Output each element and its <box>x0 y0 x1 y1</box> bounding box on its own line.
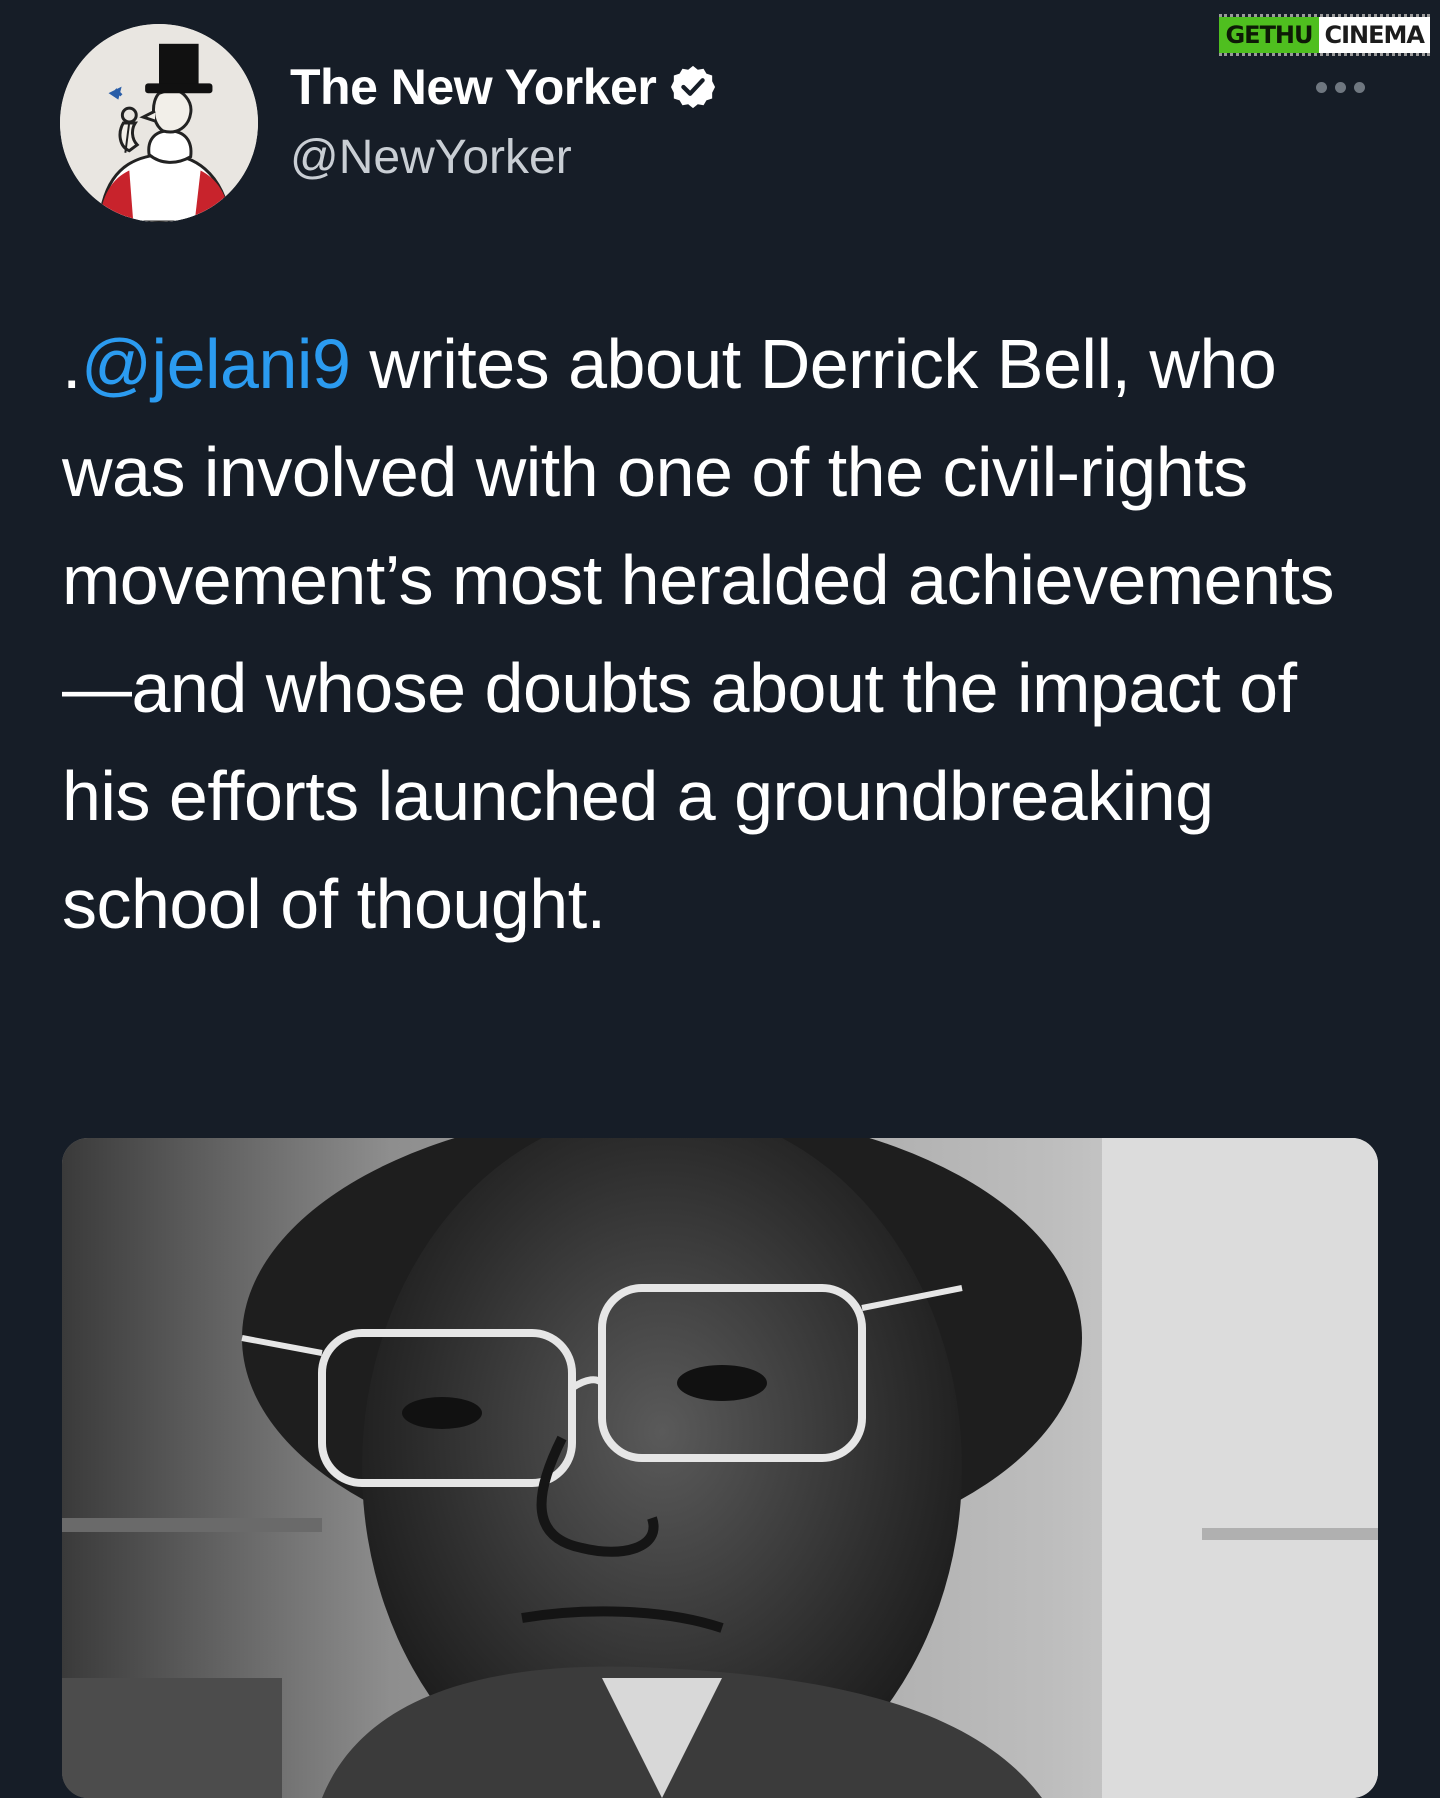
portrait-photo <box>62 1138 1378 1798</box>
avatar[interactable] <box>60 24 258 222</box>
tweet-media-photo[interactable] <box>62 1138 1378 1798</box>
tweet: GETHU CINEMA The New Yorker @NewYorker .… <box>0 0 1440 1798</box>
watermark-logo: GETHU CINEMA <box>1219 14 1430 56</box>
author-display-name[interactable]: The New Yorker <box>290 58 657 116</box>
more-options-icon[interactable] <box>1310 76 1371 99</box>
tweet-text-body: writes about Derrick Bell, who was invol… <box>62 325 1334 943</box>
author-handle[interactable]: @NewYorker <box>290 130 572 185</box>
eustace-tilley-icon <box>60 24 258 222</box>
tweet-text: .@jelani9 writes about Derrick Bell, who… <box>62 310 1402 958</box>
author-name-row: The New Yorker <box>290 58 716 116</box>
tweet-text-prefix: . <box>62 325 81 403</box>
mention-link[interactable]: @jelani9 <box>81 325 351 403</box>
watermark-part-a: GETHU <box>1219 17 1319 53</box>
watermark-part-b: CINEMA <box>1318 17 1430 53</box>
verified-badge-icon <box>671 65 716 109</box>
